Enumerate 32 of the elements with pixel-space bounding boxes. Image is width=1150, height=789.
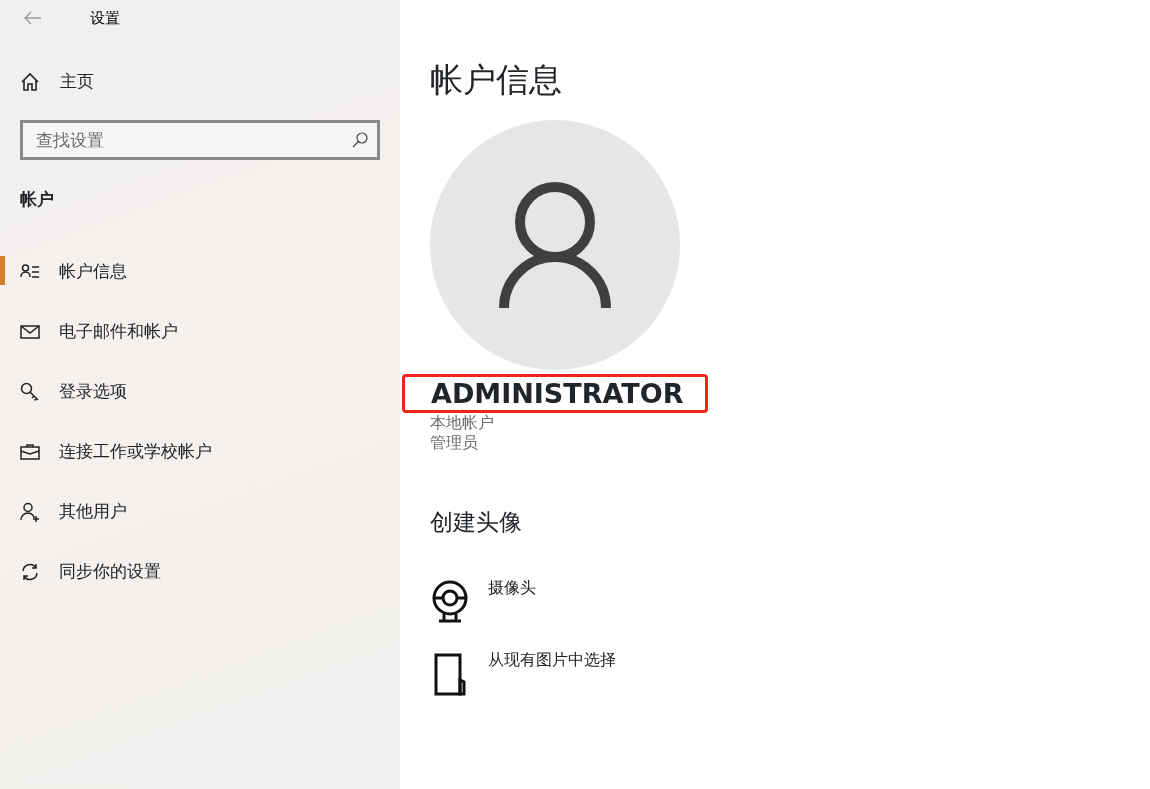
nav-label: 同步你的设置 <box>59 560 161 584</box>
nav-label: 登录选项 <box>59 380 127 404</box>
nav-item[interactable]: 电子邮件和帐户 <box>0 302 400 362</box>
add-person-icon <box>20 502 40 522</box>
nav-label: 帐户信息 <box>59 260 127 284</box>
avatar-option[interactable]: 从现有图片中选择 <box>430 651 616 696</box>
webcam-icon <box>430 579 470 624</box>
search-icon[interactable] <box>352 131 368 148</box>
page-title: 帐户信息 <box>430 60 562 100</box>
nav-item[interactable]: 登录选项 <box>0 362 400 422</box>
sync-icon <box>20 562 40 582</box>
key-icon <box>20 382 40 402</box>
user-name: ADMINISTRATOR <box>402 373 709 414</box>
section-heading: 帐户 <box>20 187 55 211</box>
nav-label: 其他用户 <box>59 500 127 524</box>
nav-item[interactable]: 同步你的设置 <box>0 542 400 602</box>
home-link[interactable]: 主页 <box>20 69 400 95</box>
search-field[interactable]: 查找设置 <box>20 119 380 160</box>
briefcase-icon <box>20 442 40 462</box>
nav-label: 电子邮件和帐户 <box>59 320 178 344</box>
window-title: 设置 <box>90 7 120 29</box>
account-detail: 管理员 <box>430 433 478 454</box>
selection-indicator <box>0 256 5 285</box>
account-detail: 本地帐户 <box>430 413 494 434</box>
mail-icon <box>20 322 40 342</box>
section-heading: 创建头像 <box>430 508 522 538</box>
nav-item[interactable]: 帐户信息 <box>0 242 400 302</box>
home-icon <box>20 71 40 92</box>
nav-item[interactable]: 其他用户 <box>0 482 400 542</box>
nav-label: 连接工作或学校帐户 <box>59 440 212 464</box>
nav-item[interactable]: 连接工作或学校帐户 <box>0 422 400 482</box>
avatar-option[interactable]: 摄像头 <box>430 579 536 624</box>
